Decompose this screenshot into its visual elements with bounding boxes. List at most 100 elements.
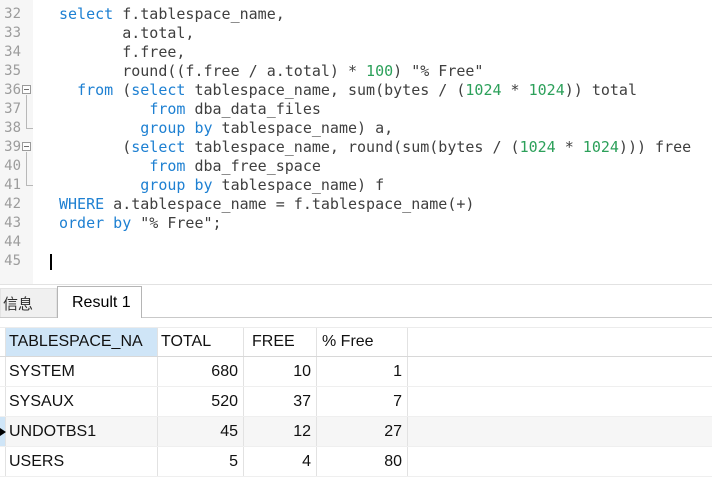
- table-cell[interactable]: 80: [317, 447, 408, 476]
- sql-text: a.tablespace_name = f.tablespace_name(+): [104, 195, 474, 213]
- sql-text: [59, 100, 149, 118]
- line-number: 39: [0, 138, 21, 157]
- sql-number-literal: 1024: [529, 81, 565, 99]
- code-text: a.total,: [33, 24, 194, 43]
- line-number: 40: [0, 157, 21, 176]
- code-text: from (select tablespace_name, sum(bytes …: [33, 81, 637, 100]
- table-cell[interactable]: 12: [244, 417, 317, 446]
- table-cell[interactable]: 520: [158, 387, 244, 416]
- table-row[interactable]: USERS5480: [0, 447, 712, 477]
- sql-developer-window: 3132select f.tablespace_name,33 a.total,…: [0, 0, 712, 477]
- code-line-32[interactable]: 32select f.tablespace_name,: [0, 5, 712, 24]
- tab-messages[interactable]: 信息: [0, 288, 57, 317]
- table-row[interactable]: SYSTEM680101: [0, 357, 712, 387]
- row-marker-cell: [0, 447, 6, 476]
- table-cell[interactable]: 45: [158, 417, 244, 446]
- sql-text: [59, 157, 149, 175]
- code-text: select f.tablespace_name,: [33, 5, 285, 24]
- code-line-36[interactable]: 36 from (select tablespace_name, sum(byt…: [0, 81, 712, 100]
- table-row[interactable]: SYSAUX520377: [0, 387, 712, 417]
- sql-text: f.tablespace_name,: [113, 5, 285, 23]
- fold-decoration: [21, 119, 33, 138]
- sql-text: dba_data_files: [185, 100, 320, 118]
- line-number: 44: [0, 233, 21, 252]
- table-cell[interactable]: 7: [317, 387, 408, 416]
- fold-decoration: [21, 195, 33, 214]
- line-number: 43: [0, 214, 21, 233]
- line-number: 38: [0, 119, 21, 138]
- fold-decoration: [21, 5, 33, 24]
- table-cell[interactable]: 1: [317, 357, 408, 386]
- sql-text: ))) free: [619, 138, 691, 156]
- fold-toggle-icon[interactable]: [21, 81, 33, 100]
- table-cell[interactable]: 27: [317, 417, 408, 446]
- sql-text: *: [556, 138, 583, 156]
- table-cell[interactable]: 5: [158, 447, 244, 476]
- table-cell[interactable]: USERS: [6, 447, 158, 476]
- code-line-35[interactable]: 35 round((f.free / a.total) * 100) "% Fr…: [0, 62, 712, 81]
- fold-decoration: [21, 62, 33, 81]
- sql-editor[interactable]: 3132select f.tablespace_name,33 a.total,…: [0, 0, 712, 285]
- table-cell[interactable]: 10: [244, 357, 317, 386]
- sql-text: tablespace_name, sum(bytes / (: [185, 81, 465, 99]
- sql-text: (: [59, 138, 131, 156]
- table-cell[interactable]: 680: [158, 357, 244, 386]
- row-marker-header-cell: [0, 328, 6, 356]
- sql-keyword: WHERE: [59, 195, 104, 213]
- code-text: [33, 252, 59, 271]
- code-line-44[interactable]: 44: [0, 233, 712, 252]
- sql-keyword: select: [131, 138, 185, 156]
- sql-text: tablespace_name, round(sum(bytes / (: [185, 138, 519, 156]
- code-text: WHERE a.tablespace_name = f.tablespace_n…: [33, 195, 474, 214]
- fold-collapse-minus-icon[interactable]: [22, 142, 31, 151]
- code-text: f.free,: [33, 43, 185, 62]
- code-line-40[interactable]: 40 from dba_free_space: [0, 157, 712, 176]
- results-tab-bar: 信息 Result 1: [0, 285, 712, 318]
- sql-text: round((f.free / a.total) *: [59, 62, 366, 80]
- fold-collapse-minus-icon[interactable]: [22, 85, 31, 94]
- row-marker-cell: [0, 357, 6, 386]
- column-header-tablespace-name[interactable]: TABLESPACE_NA: [6, 328, 158, 356]
- sql-text: (: [113, 81, 131, 99]
- code-line-45[interactable]: 45: [0, 252, 712, 271]
- column-header-free[interactable]: FREE: [244, 328, 317, 356]
- table-row[interactable]: UNDOTBS1451227: [0, 417, 712, 447]
- code-line-39[interactable]: 39 (select tablespace_name, round(sum(by…: [0, 138, 712, 157]
- column-header-pct-free[interactable]: % Free: [317, 328, 408, 356]
- sql-text: a.total,: [59, 24, 194, 42]
- sql-number-literal: 1024: [520, 138, 556, 156]
- line-number: 37: [0, 100, 21, 119]
- code-line-42[interactable]: 42 WHERE a.tablespace_name = f.tablespace…: [0, 195, 712, 214]
- code-line-33[interactable]: 33 a.total,: [0, 24, 712, 43]
- code-line-38[interactable]: 38 group by tablespace_name) a,: [0, 119, 712, 138]
- table-cell[interactable]: 4: [244, 447, 317, 476]
- line-number: 42: [0, 195, 21, 214]
- line-number: 35: [0, 62, 21, 81]
- grid-header-row: TABLESPACE_NA TOTAL FREE % Free: [0, 327, 712, 357]
- sql-text: "% Free";: [131, 214, 221, 232]
- code-text: from dba_free_space: [33, 157, 321, 176]
- code-line-43[interactable]: 43 order by "% Free";: [0, 214, 712, 233]
- table-cell[interactable]: SYSTEM: [6, 357, 158, 386]
- fold-toggle-icon[interactable]: [21, 138, 33, 157]
- sql-text: dba_free_space: [185, 157, 320, 175]
- results-panel: TABLESPACE_NA TOTAL FREE % Free SYSTEM68…: [0, 318, 712, 477]
- sql-text: )) total: [565, 81, 637, 99]
- current-row-marker-icon: [0, 428, 6, 436]
- code-line-34[interactable]: 34 f.free,: [0, 43, 712, 62]
- sql-text: *: [502, 81, 529, 99]
- sql-keyword: order by: [59, 214, 131, 232]
- code-text: (select tablespace_name, round(sum(bytes…: [33, 138, 691, 157]
- sql-keyword: select: [131, 81, 185, 99]
- code-line-37[interactable]: 37 from dba_data_files: [0, 100, 712, 119]
- line-number: 36: [0, 81, 21, 100]
- line-number: 33: [0, 24, 21, 43]
- table-cell[interactable]: UNDOTBS1: [6, 417, 158, 446]
- fold-decoration: [21, 176, 33, 195]
- table-cell[interactable]: 37: [244, 387, 317, 416]
- column-header-total[interactable]: TOTAL: [158, 328, 244, 356]
- code-text: [33, 233, 59, 252]
- table-cell[interactable]: SYSAUX: [6, 387, 158, 416]
- code-line-41[interactable]: 41 group by tablespace_name) f: [0, 176, 712, 195]
- tab-result-1[interactable]: Result 1: [57, 286, 142, 318]
